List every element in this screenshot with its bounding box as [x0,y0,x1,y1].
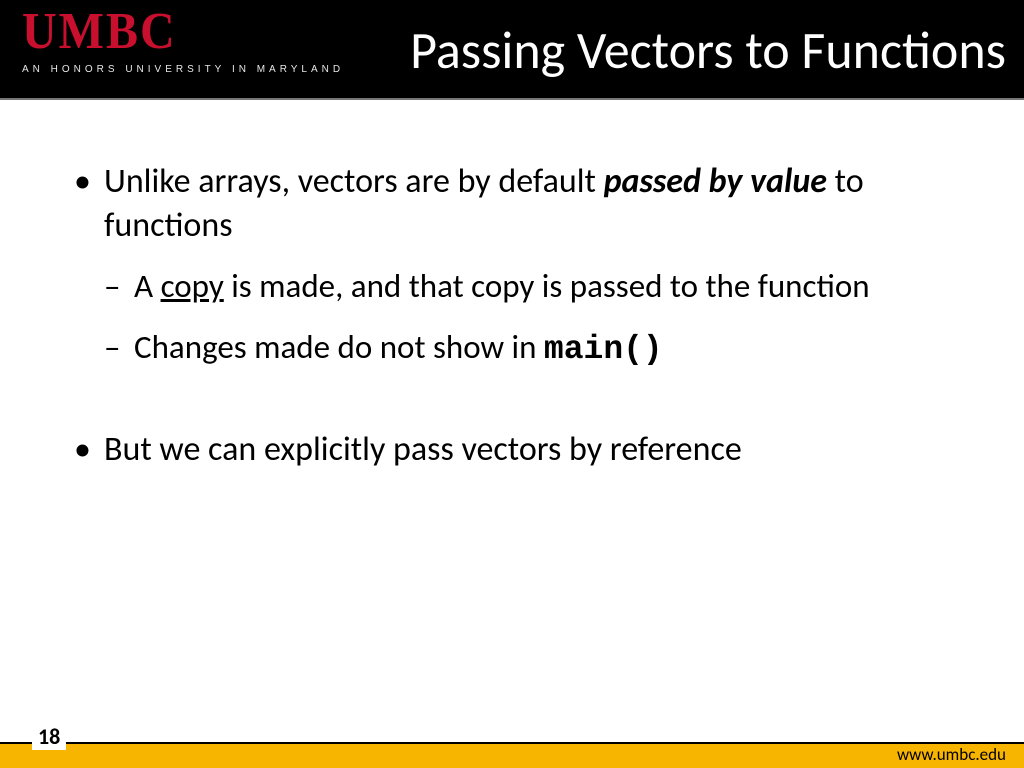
sub-bullet-item: Changes made do not show in main() [104,326,974,372]
underline-text: copy [161,266,224,306]
slide-title: Passing Vectors to Functions [410,18,1006,82]
page-number-box: 18 [32,723,66,750]
bullet-list: Unlike arrays, vectors are by default pa… [70,160,974,372]
logo-wordmark: UMBC [22,6,344,58]
code-text: main() [544,331,663,368]
text: is made, and that copy is passed to the … [224,266,870,306]
sub-bullet-item: A copy is made, and that copy is passed … [104,265,974,308]
text: Changes made do not show in [134,327,544,367]
footer-bar [0,742,1024,768]
bullet-item: Unlike arrays, vectors are by default pa… [70,160,974,372]
spacer [70,400,974,428]
slide-header: UMBC AN HONORS UNIVERSITY IN MARYLAND Pa… [0,0,1024,100]
text: A [134,266,161,306]
text: Unlike arrays, vectors are by default [104,161,604,202]
sub-bullet-list: A copy is made, and that copy is passed … [104,265,974,372]
text: But we can explicitly pass vectors by re… [104,429,742,470]
page-number: 18 [38,723,60,750]
umbc-logo: UMBC AN HONORS UNIVERSITY IN MARYLAND [22,8,344,75]
logo-tagline: AN HONORS UNIVERSITY IN MARYLAND [22,64,344,75]
slide-footer: 18 www.umbc.edu [0,734,1024,768]
footer-url: www.umbc.edu [897,744,1006,765]
bullet-item: But we can explicitly pass vectors by re… [70,428,974,472]
slide: UMBC AN HONORS UNIVERSITY IN MARYLAND Pa… [0,0,1024,768]
emphasis-text: passed by value [604,161,827,202]
bullet-list: But we can explicitly pass vectors by re… [70,428,974,472]
slide-body: Unlike arrays, vectors are by default pa… [70,160,974,499]
